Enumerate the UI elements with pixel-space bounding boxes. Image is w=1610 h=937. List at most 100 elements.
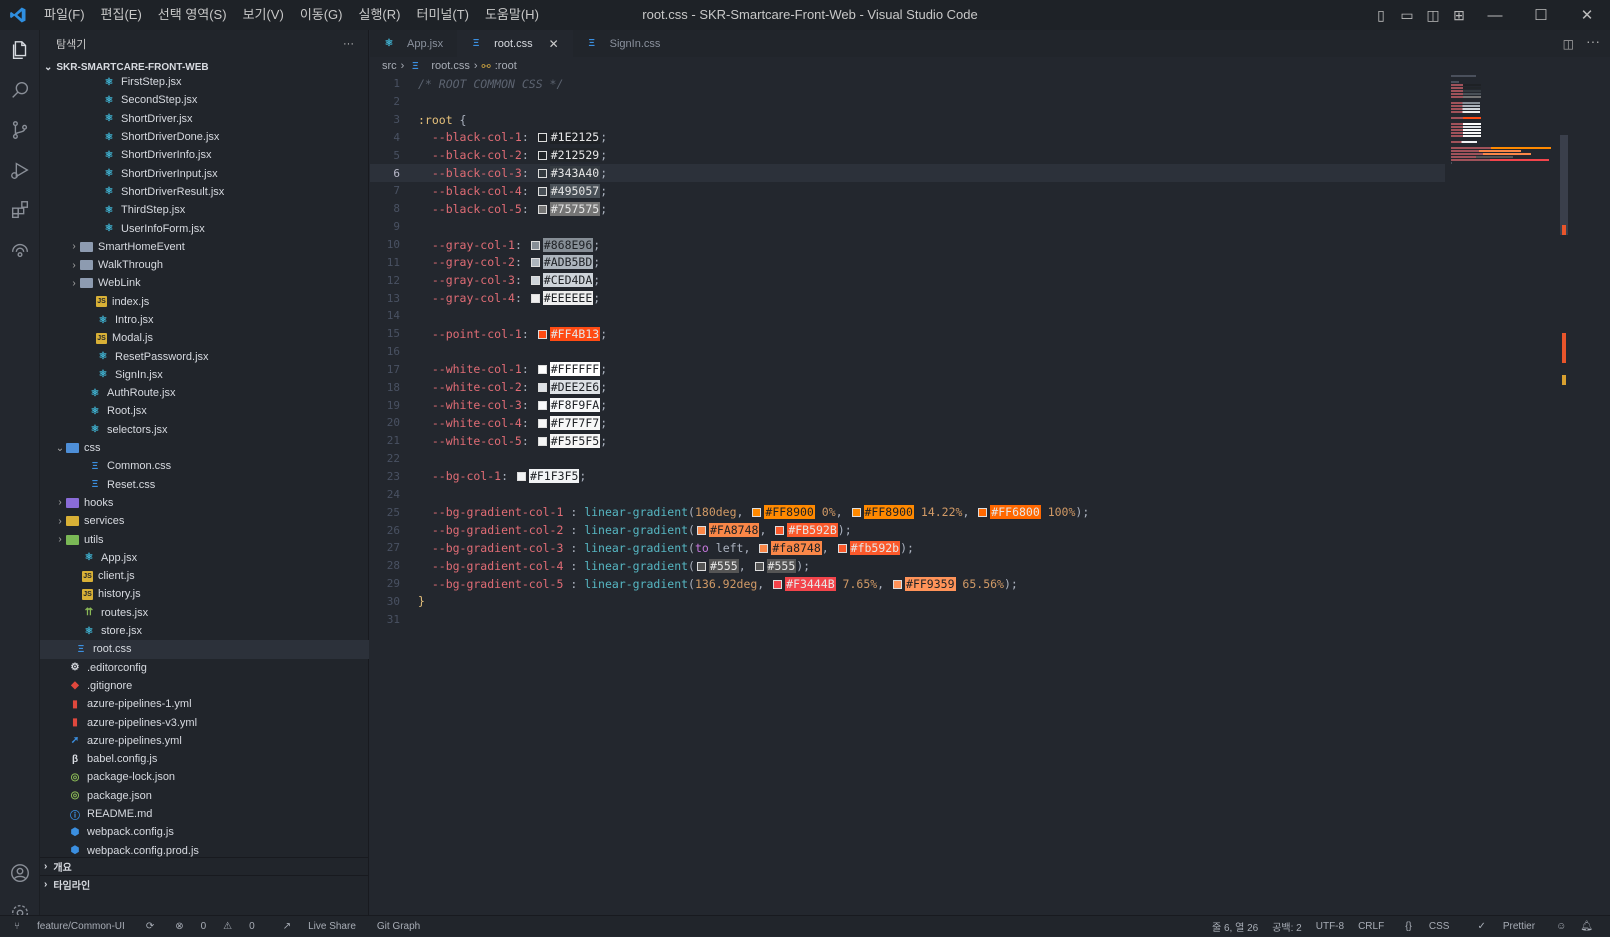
- tree-item[interactable]: › utils: [40, 530, 369, 548]
- code-line[interactable]: 11 --gray-col-2: #ADB5BD;: [370, 253, 1445, 271]
- tree-item[interactable]: ◎ package-lock.json: [40, 768, 369, 786]
- color-swatch[interactable]: [537, 186, 547, 196]
- toggle-sidebar-icon[interactable]: ▯: [1368, 7, 1394, 24]
- sync-icon[interactable]: ⟳: [139, 921, 161, 932]
- code-line[interactable]: 29 --bg-gradient-col-5 : linear-gradient…: [370, 575, 1445, 593]
- line-ending[interactable]: CRLF: [1351, 921, 1391, 932]
- tree-item[interactable]: ▮ azure-pipelines-v3.yml: [40, 713, 369, 731]
- toggle-panel-icon[interactable]: ▭: [1394, 7, 1420, 24]
- code-line[interactable]: 20 --white-col-4: #F7F7F7;: [370, 414, 1445, 432]
- minimap[interactable]: [1445, 75, 1555, 915]
- color-swatch[interactable]: [775, 526, 785, 536]
- color-swatch[interactable]: [978, 508, 988, 518]
- tree-item[interactable]: › WebLink: [40, 274, 369, 292]
- tree-item[interactable]: ⚛ FirstStep.jsx: [40, 73, 369, 91]
- account-icon[interactable]: [0, 853, 40, 893]
- color-swatch[interactable]: [537, 436, 547, 446]
- split-editor-icon[interactable]: ◫: [1563, 37, 1574, 51]
- color-swatch[interactable]: [537, 151, 547, 161]
- color-swatch[interactable]: [537, 204, 547, 214]
- code-line[interactable]: 4 --black-col-1: #1E2125;: [370, 129, 1445, 147]
- code-line[interactable]: 10 --gray-col-1: #868E96;: [370, 236, 1445, 254]
- tree-item[interactable]: Ξ Common.css: [40, 457, 369, 475]
- breadcrumb-folder[interactable]: src: [382, 60, 397, 72]
- tree-item[interactable]: › hooks: [40, 494, 369, 512]
- code-line[interactable]: 9: [370, 218, 1445, 236]
- menu-item[interactable]: 선택 영역(S): [150, 0, 235, 30]
- code-line[interactable]: 14: [370, 307, 1445, 325]
- color-swatch[interactable]: [516, 472, 526, 482]
- color-swatch[interactable]: [754, 561, 764, 571]
- tree-item[interactable]: ⚛ ThirdStep.jsx: [40, 201, 369, 219]
- breadcrumb-file[interactable]: root.css: [431, 60, 470, 72]
- language-mode[interactable]: {} CSS: [1391, 921, 1463, 932]
- tree-item[interactable]: › SmartHomeEvent: [40, 238, 369, 256]
- code-line[interactable]: 30}: [370, 592, 1445, 610]
- tree-item[interactable]: ⓘ README.md: [40, 805, 369, 823]
- code-line[interactable]: 26 --bg-gradient-col-2 : linear-gradient…: [370, 521, 1445, 539]
- code-line[interactable]: 8 --black-col-5: #757575;: [370, 200, 1445, 218]
- tree-item[interactable]: ⚛ ShortDriverResult.jsx: [40, 183, 369, 201]
- code-line[interactable]: 27 --bg-gradient-col-3 : linear-gradient…: [370, 539, 1445, 557]
- code-line[interactable]: 3:root {: [370, 111, 1445, 129]
- color-swatch[interactable]: [537, 365, 547, 375]
- notifications-bell-icon[interactable]: 🔔︎: [1573, 921, 1600, 932]
- tree-item[interactable]: ⚙ .editorconfig: [40, 659, 369, 677]
- color-swatch[interactable]: [696, 561, 706, 571]
- menu-item[interactable]: 이동(G): [292, 0, 351, 30]
- tree-item[interactable]: › WalkThrough: [40, 256, 369, 274]
- tree-item[interactable]: ⚛ store.jsx: [40, 622, 369, 640]
- code-line[interactable]: 15 --point-col-1: #FF4B13;: [370, 325, 1445, 343]
- color-swatch[interactable]: [837, 543, 847, 553]
- problems-indicator[interactable]: ⊗ 0 ⚠ 0: [161, 921, 268, 932]
- customize-layout-icon[interactable]: ⊞: [1446, 7, 1472, 24]
- tab-more-actions-icon[interactable]: ···: [1586, 33, 1600, 49]
- explorer-icon[interactable]: [0, 30, 40, 70]
- color-swatch[interactable]: [537, 169, 547, 179]
- tree-item[interactable]: ▮ azure-pipelines-1.yml: [40, 695, 369, 713]
- tree-item[interactable]: JS Modal.js: [40, 329, 369, 347]
- prettier-status[interactable]: ✓ Prettier: [1463, 921, 1549, 932]
- tree-item[interactable]: ⚛ ShortDriver.jsx: [40, 110, 369, 128]
- tree-item[interactable]: ⬢ webpack.config.js: [40, 823, 369, 841]
- color-swatch[interactable]: [893, 579, 903, 589]
- tree-item[interactable]: ⚛ ShortDriverInput.jsx: [40, 164, 369, 182]
- code-line[interactable]: 24: [370, 485, 1445, 503]
- color-swatch[interactable]: [537, 133, 547, 143]
- indentation[interactable]: 공백: 2: [1265, 919, 1309, 934]
- color-swatch[interactable]: [530, 258, 540, 268]
- tree-item[interactable]: ⚛ AuthRoute.jsx: [40, 384, 369, 402]
- timeline-section[interactable]: › 타임라인: [40, 875, 369, 893]
- cursor-position[interactable]: 줄 6, 열 26: [1205, 919, 1265, 934]
- menu-item[interactable]: 터미널(T): [408, 0, 476, 30]
- tree-item[interactable]: JS client.js: [40, 567, 369, 585]
- tree-item[interactable]: Ξroot.css: [40, 640, 369, 659]
- tree-item[interactable]: ⇈ routes.jsx: [40, 604, 369, 622]
- tree-item[interactable]: ◎ package.json: [40, 787, 369, 805]
- tree-item[interactable]: ⌄ css: [40, 439, 369, 457]
- color-swatch[interactable]: [696, 526, 706, 536]
- code-line[interactable]: 22: [370, 450, 1445, 468]
- menu-item[interactable]: 보기(V): [235, 0, 292, 30]
- minimize-button[interactable]: —: [1472, 7, 1518, 24]
- tree-item[interactable]: ⚛ ResetPassword.jsx: [40, 347, 369, 365]
- tree-item[interactable]: ⚛ SecondStep.jsx: [40, 91, 369, 109]
- run-debug-icon[interactable]: [0, 150, 40, 190]
- color-swatch[interactable]: [773, 579, 783, 589]
- tree-item[interactable]: Ξ Reset.css: [40, 476, 369, 494]
- code-line[interactable]: 28 --bg-gradient-col-4 : linear-gradient…: [370, 557, 1445, 575]
- branch-indicator[interactable]: ⑂ feature/Common-UI: [0, 921, 139, 932]
- code-line[interactable]: 16: [370, 343, 1445, 361]
- color-swatch[interactable]: [530, 294, 540, 304]
- tree-item[interactable]: ➚ azure-pipelines.yml: [40, 732, 369, 750]
- code-line[interactable]: 18 --white-col-2: #DEE2E6;: [370, 378, 1445, 396]
- tree-item[interactable]: JS index.js: [40, 293, 369, 311]
- tree-item[interactable]: ⚛ UserInfoForm.jsx: [40, 219, 369, 237]
- search-icon[interactable]: [0, 70, 40, 110]
- color-swatch[interactable]: [752, 508, 762, 518]
- tree-item[interactable]: ⚛ ShortDriverInfo.jsx: [40, 146, 369, 164]
- code-line[interactable]: 6 --black-col-3: #343A40;: [370, 164, 1445, 183]
- menu-item[interactable]: 도움말(H): [477, 0, 547, 30]
- code-line[interactable]: 19 --white-col-3: #F8F9FA;: [370, 396, 1445, 414]
- code-line[interactable]: 17 --white-col-1: #FFFFFF;: [370, 361, 1445, 379]
